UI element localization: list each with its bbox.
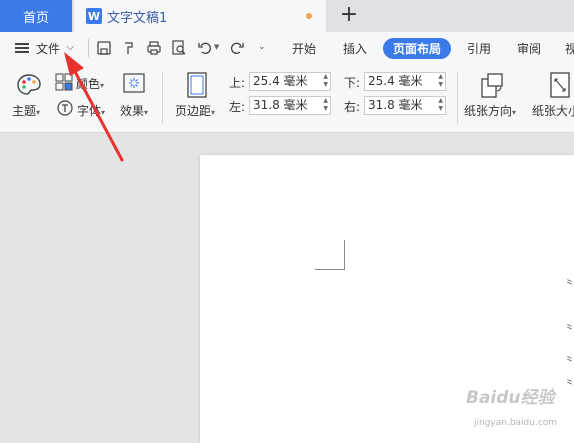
text-fragment: ⺀	[564, 354, 574, 367]
chevron-down-icon[interactable]: ⌵	[66, 40, 74, 54]
file-menu-button[interactable]: 文件	[36, 40, 60, 57]
effect-button[interactable]: 效果▾	[120, 102, 148, 119]
tab-review[interactable]: 审阅	[517, 40, 541, 57]
bottom-margin-input[interactable]: 25.4 毫米 ▲ ▼	[364, 72, 446, 91]
font-label: 字体	[77, 104, 102, 118]
color-label: 颜色	[76, 77, 101, 91]
margin-corner-mark	[315, 269, 345, 270]
color-button[interactable]: 颜色▾	[76, 75, 104, 92]
font-icon[interactable]	[57, 100, 73, 116]
paper-size-icon[interactable]	[549, 71, 571, 99]
top-margin-value: 25.4 毫米	[253, 74, 308, 88]
tab-home-label: 首页	[22, 10, 49, 26]
divider	[162, 72, 163, 124]
right-margin-input[interactable]: 31.8 毫米 ▲ ▼	[364, 96, 446, 115]
text-fragment: ⺀	[564, 377, 574, 390]
text-fragment: ⺀	[564, 277, 574, 290]
spinner-icon[interactable]: ▲ ▼	[438, 73, 443, 89]
divider	[88, 39, 89, 57]
palette-icon[interactable]	[16, 73, 42, 97]
orientation-button[interactable]: 纸张方向▾	[464, 102, 516, 119]
spinner-icon[interactable]: ▲ ▼	[438, 97, 443, 113]
top-margin-input[interactable]: 25.4 毫米 ▲ ▼	[249, 72, 331, 91]
tab-references[interactable]: 引用	[467, 40, 491, 57]
paper-size-button[interactable]: 纸张大小	[532, 102, 574, 119]
right-margin-value: 31.8 毫米	[368, 98, 423, 112]
margins-label: 页边距	[175, 104, 212, 118]
tab-start[interactable]: 开始	[292, 40, 316, 57]
left-margin-input[interactable]: 31.8 毫米 ▲ ▼	[249, 96, 331, 115]
effect-label: 效果	[120, 104, 145, 118]
redo-icon[interactable]	[229, 40, 245, 56]
left-margin-label: 左:	[229, 100, 246, 114]
tab-page-layout[interactable]: 页面布局	[383, 38, 451, 59]
save-icon[interactable]	[96, 40, 112, 56]
margin-corner-mark	[344, 240, 345, 270]
theme-label: 主题	[12, 104, 37, 118]
left-margin-value: 31.8 毫米	[253, 98, 308, 112]
undo-icon[interactable]	[197, 40, 213, 56]
spinner-icon[interactable]: ▲ ▼	[323, 73, 328, 89]
format-painter-icon[interactable]	[121, 40, 137, 56]
theme-button[interactable]: 主题▾	[12, 102, 40, 119]
document-title: 文字文稿1	[107, 10, 168, 26]
wps-writer-icon: W	[86, 8, 102, 24]
watermark-url: jingyan.baidu.com	[474, 418, 558, 428]
new-tab-button[interactable]: +	[338, 3, 360, 27]
bottom-margin-label: 下:	[344, 76, 361, 90]
tab-view[interactable]: 视	[565, 40, 574, 57]
margins-icon[interactable]	[186, 71, 208, 99]
tab-home[interactable]: 首页	[0, 0, 72, 32]
text-fragment: ⺀	[564, 322, 574, 335]
color-scheme-icon[interactable]	[55, 73, 73, 91]
right-margin-label: 右:	[344, 100, 361, 114]
customize-toolbar-icon[interactable]: ⌄	[258, 42, 266, 52]
top-margin-label: 上:	[229, 76, 246, 90]
hamburger-icon[interactable]	[15, 43, 29, 53]
tab-insert[interactable]: 插入	[343, 40, 367, 57]
divider	[457, 72, 458, 124]
print-icon[interactable]	[146, 40, 162, 56]
undo-dropdown-icon[interactable]: ▼	[214, 43, 219, 51]
font-button[interactable]: 字体▾	[77, 102, 105, 119]
watermark: Baidu经验	[466, 388, 555, 408]
margins-button[interactable]: 页边距▾	[175, 102, 215, 119]
unsaved-dot-icon	[306, 13, 312, 19]
page-orientation-icon[interactable]	[479, 71, 505, 99]
effect-icon[interactable]	[123, 73, 145, 93]
spinner-icon[interactable]: ▲ ▼	[323, 97, 328, 113]
print-preview-icon[interactable]	[171, 40, 187, 56]
bottom-margin-value: 25.4 毫米	[368, 74, 423, 88]
tab-document[interactable]: W 文字文稿1	[74, 0, 326, 32]
orientation-label: 纸张方向	[464, 104, 513, 118]
